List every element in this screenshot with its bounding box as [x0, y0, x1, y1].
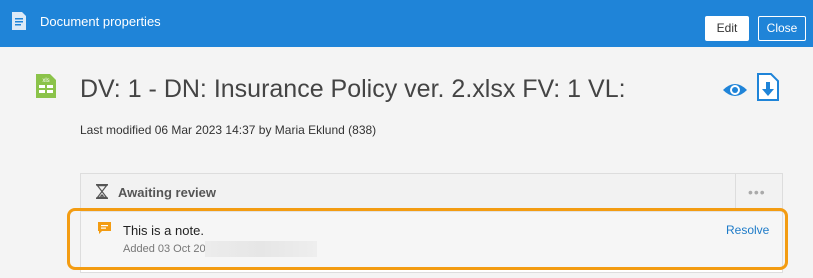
edit-button[interactable]: Edit — [705, 16, 749, 41]
review-header: Awaiting review ••• — [81, 174, 782, 212]
review-card: Awaiting review ••• This is a note. Adde… — [80, 173, 783, 273]
resolve-link[interactable]: Resolve — [726, 223, 769, 237]
document-icon — [12, 12, 26, 30]
xls-file-icon: xls — [36, 74, 56, 98]
hourglass-icon — [96, 184, 108, 199]
note-icon — [98, 222, 111, 234]
more-icon[interactable]: ••• — [748, 184, 766, 200]
review-status: Awaiting review — [118, 185, 217, 200]
window-title: Document properties — [40, 14, 161, 29]
last-modified: Last modified 06 Mar 2023 14:37 by Maria… — [80, 123, 377, 137]
note-text: This is a note. — [123, 223, 204, 238]
svg-text:xls: xls — [42, 78, 49, 84]
divider — [735, 174, 736, 211]
redacted-author — [205, 241, 317, 257]
document-title: DV: 1 - DN: Insurance Policy ver. 2.xlsx… — [80, 75, 626, 103]
properties-panel: xls DV: 1 - DN: Insurance Policy ver. 2.… — [0, 47, 813, 278]
download-icon[interactable] — [757, 73, 779, 101]
note-item: This is a note. Added 03 Oct 2023 12:14 … — [81, 212, 782, 268]
eye-icon[interactable] — [722, 81, 748, 99]
title-bar: Document properties Edit Close — [0, 0, 813, 47]
close-button[interactable]: Close — [758, 16, 806, 41]
